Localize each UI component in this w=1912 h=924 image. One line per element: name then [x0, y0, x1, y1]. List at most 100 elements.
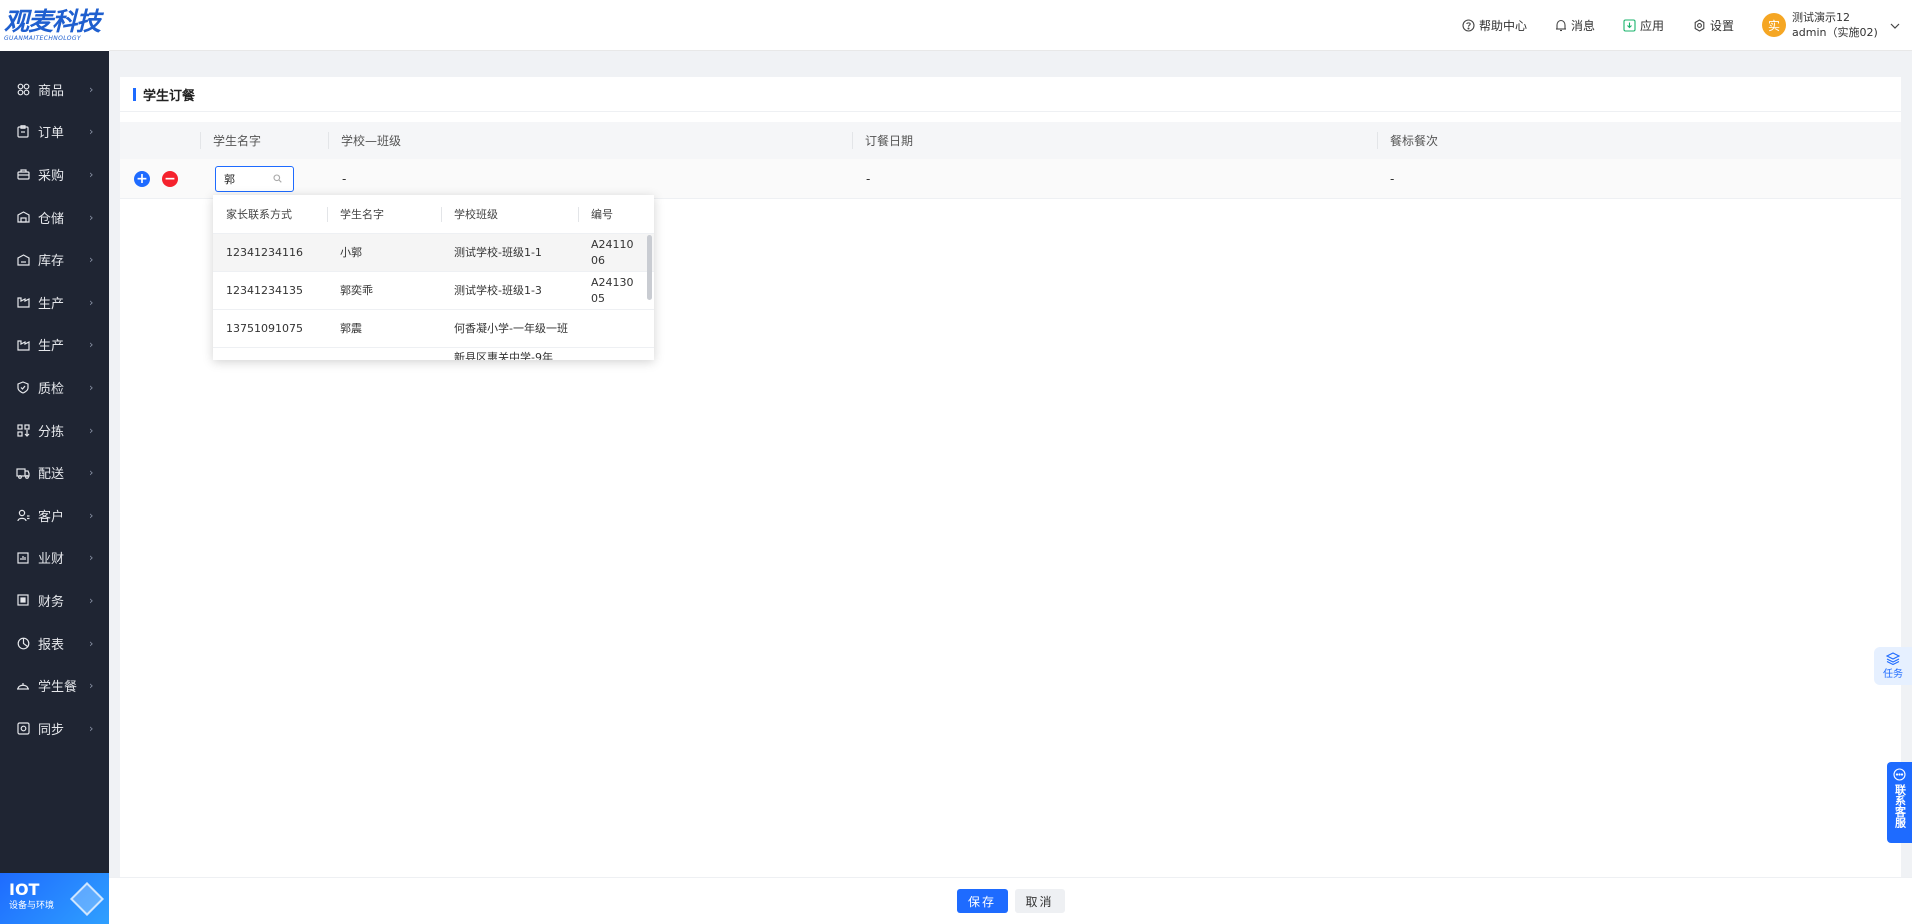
warehouse-icon [16, 210, 30, 224]
sidebar-item-sorting[interactable]: 分拣 › [0, 409, 109, 452]
student-name-input[interactable]: 郭 [215, 166, 294, 192]
user-info: 测试演示12 admin（实施02) [1792, 10, 1878, 40]
column-header-order-date: 订餐日期 [852, 122, 1377, 159]
sidebar-item-storage[interactable]: 仓储 › [0, 196, 109, 239]
card-header: 学生订餐 [120, 77, 1901, 112]
sidebar-item-label: 订单 [38, 126, 65, 142]
sidebar-item-label: 财务 [38, 594, 65, 610]
sidebar-item-label: 学生餐 [38, 680, 78, 696]
sidebar-item-finance[interactable]: 财务 › [0, 579, 109, 622]
sidebar: 观麦科技 GUANMAITECHNOLOGY 商品 › 订单 › 采购 › 仓储… [0, 0, 109, 924]
search-icon [273, 173, 289, 186]
sidebar-item-production-1[interactable]: 生产 › [0, 281, 109, 324]
dropdown-option[interactable]: 新县区惠关中学-9年 [213, 348, 654, 360]
dropdown-option[interactable]: 12341234135 郭奕乖 测试学校-班级1-3 A2413005 [213, 272, 654, 310]
sidebar-item-production-2[interactable]: 生产 › [0, 324, 109, 367]
option-code: A2413005 [591, 275, 634, 305]
dropdown-column-class: 学校班级 [441, 195, 578, 233]
avatar: 实 [1762, 13, 1786, 37]
chevron-right-icon: › [89, 380, 94, 394]
sidebar-item-label: 分拣 [38, 424, 65, 440]
remove-row-button[interactable]: − [162, 171, 178, 187]
form-footer: 保存 取消 [109, 877, 1912, 924]
sidebar-item-inventory[interactable]: 库存 › [0, 238, 109, 281]
shield-icon [16, 380, 30, 394]
column-header-meal-standard: 餐标餐次 [1377, 122, 1901, 159]
user-icon [16, 508, 30, 522]
chevron-right-icon: › [89, 551, 94, 565]
student-name-value: 郭 [224, 173, 235, 186]
option-name: 郭奕乖 [340, 283, 373, 297]
option-phone: 12341234116 [226, 245, 303, 259]
chevron-right-icon: › [89, 636, 94, 650]
brand-logo[interactable]: 观麦科技 GUANMAITECHNOLOGY [0, 0, 109, 51]
dropdown-option[interactable]: 12341234116 小郭 测试学校-班级1-1 A2411006 [213, 234, 654, 272]
option-name: 郭震 [340, 321, 362, 335]
sidebar-item-label: 同步 [38, 722, 65, 738]
sidebar-item-business-finance[interactable]: 业财 › [0, 537, 109, 580]
option-class: 测试学校-班级1-1 [454, 245, 542, 259]
apps-link[interactable]: 应用 [1623, 0, 1664, 50]
dropdown-column-name: 学生名字 [327, 195, 441, 233]
chat-icon [1893, 768, 1906, 781]
sidebar-item-student-meal[interactable]: 学生餐 › [0, 664, 109, 707]
settings-link[interactable]: 设置 [1693, 0, 1734, 50]
chevron-down-icon [1890, 18, 1904, 32]
sidebar-item-purchase[interactable]: 采购 › [0, 153, 109, 196]
chevron-right-icon: › [89, 423, 94, 437]
dropdown-column-phone: 家长联系方式 [226, 208, 292, 221]
task-label: 任务 [1883, 669, 1903, 680]
download-app-icon [1623, 18, 1636, 32]
help-icon [1462, 18, 1475, 32]
sidebar-item-orders[interactable]: 订单 › [0, 111, 109, 154]
sidebar-item-label: 商品 [38, 83, 65, 99]
help-center-label: 帮助中心 [1479, 18, 1528, 33]
sidebar-item-delivery[interactable]: 配送 › [0, 451, 109, 494]
chevron-right-icon: › [89, 125, 94, 139]
pie-chart-icon [16, 636, 30, 650]
top-header: 帮助中心 消息 应用 设置 实 测试演示12 admin（实施02) [109, 0, 1912, 51]
sidebar-item-label: 采购 [38, 168, 65, 184]
sidebar-item-sync[interactable]: 同步 › [0, 707, 109, 750]
dropdown-header: 家长联系方式 学生名字 学校班级 编号 [213, 195, 654, 234]
messages-label: 消息 [1571, 18, 1596, 33]
add-row-button[interactable]: + [134, 171, 150, 187]
sidebar-item-reports[interactable]: 报表 › [0, 622, 109, 665]
user-menu[interactable]: 实 测试演示12 admin（实施02) [1762, 0, 1904, 50]
chevron-right-icon: › [89, 679, 94, 693]
customer-service-button[interactable]: 联系客服 [1887, 762, 1912, 843]
sidebar-item-label: 库存 [38, 254, 65, 270]
cancel-button[interactable]: 取消 [1014, 889, 1065, 913]
task-float-button[interactable]: 任务 [1874, 647, 1912, 685]
school-class-cell: - [342, 172, 347, 186]
iot-banner[interactable]: IOT 设备与环境 [0, 873, 109, 924]
gear-icon [1694, 18, 1705, 32]
option-phone: 12341234135 [226, 283, 303, 297]
chevron-right-icon: › [89, 82, 94, 96]
messages-link[interactable]: 消息 [1555, 0, 1595, 50]
option-class: 新县区惠关中学-9年 [454, 351, 553, 360]
sort-icon [16, 423, 30, 437]
column-header-school-class: 学校—班级 [328, 122, 852, 159]
save-button[interactable]: 保存 [956, 889, 1008, 913]
chevron-right-icon: › [89, 721, 94, 735]
stock-icon [16, 253, 30, 267]
dropdown-scrollbar[interactable] [647, 235, 652, 300]
row-actions: + − [134, 159, 178, 199]
sidebar-item-goods[interactable]: 商品 › [0, 68, 109, 111]
sidebar-item-quality[interactable]: 质检 › [0, 366, 109, 409]
order-date-cell: - [866, 172, 871, 186]
dropdown-option[interactable]: 13751091075 郭震 何香凝小学-一年级一班 [213, 310, 654, 348]
bell-icon [1556, 19, 1566, 31]
title-accent-bar [133, 87, 136, 101]
settings-label: 设置 [1710, 18, 1735, 33]
option-name: 小郭 [340, 245, 362, 259]
sidebar-item-label: 生产 [38, 296, 65, 312]
chevron-right-icon: › [89, 210, 94, 224]
layers-icon [1886, 652, 1900, 665]
sidebar-item-label: 报表 [38, 637, 65, 653]
customer-service-label: 联系客服 [1893, 784, 1907, 828]
chevron-right-icon: › [89, 253, 94, 267]
help-center-link[interactable]: 帮助中心 [1462, 0, 1527, 50]
sidebar-item-customers[interactable]: 客户 › [0, 494, 109, 537]
